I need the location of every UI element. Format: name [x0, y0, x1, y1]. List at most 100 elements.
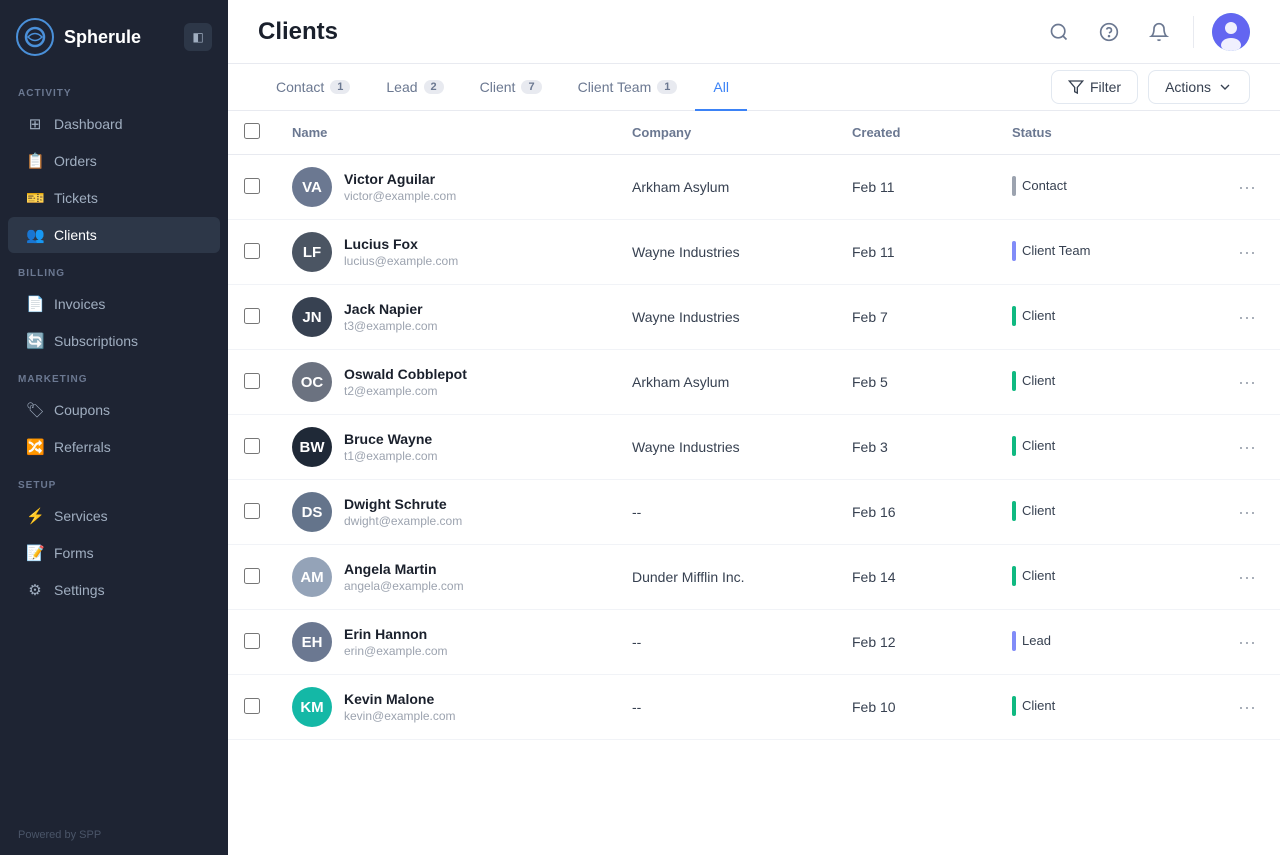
notifications-button[interactable] [1143, 16, 1175, 48]
row-checkbox-3[interactable] [244, 373, 260, 389]
sidebar-item-subscriptions[interactable]: 🔄 Subscriptions [8, 323, 220, 359]
row-checkbox-7[interactable] [244, 633, 260, 649]
sidebar-item-settings[interactable]: ⚙ Settings [8, 572, 220, 608]
client-name-5: Dwight Schrute [344, 496, 462, 512]
row-name-info-7: Erin Hannon erin@example.com [344, 626, 448, 658]
status-label-2: Client [1022, 308, 1055, 323]
row-name-cell-1: LF Lucius Fox lucius@example.com [276, 220, 616, 285]
col-name: Name [276, 111, 616, 155]
row-menu-cell-5: ··· [1196, 480, 1280, 545]
row-created-4: Feb 3 [836, 415, 996, 480]
orders-icon: 📋 [26, 152, 44, 170]
row-checkbox-8[interactable] [244, 698, 260, 714]
client-name-3: Oswald Cobblepot [344, 366, 467, 382]
dashboard-icon: ⊞ [26, 115, 44, 133]
sidebar: Spherule ◧ ACTIVITY ⊞ Dashboard 📋 Orders… [0, 0, 228, 855]
client-name-7: Erin Hannon [344, 626, 448, 642]
client-avatar-5: DS [292, 492, 332, 532]
table-row: OC Oswald Cobblepot t2@example.com Arkha… [228, 350, 1280, 415]
services-icon: ⚡ [26, 507, 44, 525]
row-name-cell-6: AM Angela Martin angela@example.com [276, 545, 616, 610]
clients-table-wrap: Name Company Created Status VA Victor Ag… [228, 111, 1280, 855]
client-avatar-1: LF [292, 232, 332, 272]
tab-client-team[interactable]: Client Team1 [560, 65, 696, 111]
clients-icon: 👥 [26, 226, 44, 244]
sidebar-item-services[interactable]: ⚡ Services [8, 498, 220, 534]
help-button[interactable] [1093, 16, 1125, 48]
row-menu-button-7[interactable]: ··· [1230, 628, 1264, 657]
invoices-icon: 📄 [26, 295, 44, 313]
sidebar-item-tickets[interactable]: 🎫 Tickets [8, 180, 220, 216]
filter-button[interactable]: Filter [1051, 70, 1138, 104]
row-menu-button-3[interactable]: ··· [1230, 368, 1264, 397]
user-avatar[interactable] [1212, 13, 1250, 51]
top-bar: Clients [228, 0, 1280, 64]
table-row: JN Jack Napier t3@example.com Wayne Indu… [228, 285, 1280, 350]
sidebar-nav: ACTIVITY ⊞ Dashboard 📋 Orders 🎫 Tickets … [0, 74, 228, 609]
sidebar-item-dashboard[interactable]: ⊞ Dashboard [8, 106, 220, 142]
coupons-icon: 🏷 [26, 401, 44, 419]
row-company-7: -- [616, 610, 836, 675]
tab-all[interactable]: All [695, 65, 747, 111]
sidebar-item-clients[interactable]: 👥 Clients [8, 217, 220, 253]
sidebar-item-label-settings: Settings [54, 582, 105, 598]
row-status-3: Client [996, 350, 1196, 415]
row-checkbox-0[interactable] [244, 178, 260, 194]
sidebar-section-billing: BILLING [0, 254, 228, 285]
search-button[interactable] [1043, 16, 1075, 48]
client-name-6: Angela Martin [344, 561, 464, 577]
sidebar-item-referrals[interactable]: 🔀 Referrals [8, 429, 220, 465]
row-created-1: Feb 11 [836, 220, 996, 285]
sidebar-item-forms[interactable]: 📝 Forms [8, 535, 220, 571]
tab-lead[interactable]: Lead2 [368, 65, 461, 111]
row-company-3: Arkham Asylum [616, 350, 836, 415]
row-checkbox-6[interactable] [244, 568, 260, 584]
logo-text: Spherule [64, 27, 141, 48]
row-checkbox-cell-7 [228, 610, 276, 675]
row-menu-button-5[interactable]: ··· [1230, 498, 1264, 527]
row-name-info-0: Victor Aguilar victor@example.com [344, 171, 456, 203]
subscriptions-icon: 🔄 [26, 332, 44, 350]
logo-icon [16, 18, 54, 56]
row-name-cell-2: JN Jack Napier t3@example.com [276, 285, 616, 350]
tab-client[interactable]: Client7 [462, 65, 560, 111]
row-created-3: Feb 5 [836, 350, 996, 415]
tab-label-client: Client [480, 79, 516, 95]
status-label-7: Lead [1022, 633, 1051, 648]
status-label-4: Client [1022, 438, 1055, 453]
status-label-3: Client [1022, 373, 1055, 388]
row-checkbox-5[interactable] [244, 503, 260, 519]
row-checkbox-2[interactable] [244, 308, 260, 324]
row-name-info-1: Lucius Fox lucius@example.com [344, 236, 458, 268]
row-checkbox-4[interactable] [244, 438, 260, 454]
row-menu-button-2[interactable]: ··· [1230, 303, 1264, 332]
select-all-checkbox[interactable] [244, 123, 260, 139]
row-menu-button-0[interactable]: ··· [1230, 173, 1264, 202]
sidebar-item-invoices[interactable]: 📄 Invoices [8, 286, 220, 322]
col-created: Created [836, 111, 996, 155]
client-email-4: t1@example.com [344, 449, 438, 463]
page-title: Clients [258, 18, 1043, 46]
status-dot-2 [1012, 306, 1016, 326]
row-name-info-3: Oswald Cobblepot t2@example.com [344, 366, 467, 398]
row-menu-button-6[interactable]: ··· [1230, 563, 1264, 592]
row-name-info-6: Angela Martin angela@example.com [344, 561, 464, 593]
row-checkbox-1[interactable] [244, 243, 260, 259]
status-dot-6 [1012, 566, 1016, 586]
sidebar-item-orders[interactable]: 📋 Orders [8, 143, 220, 179]
tab-label-client-team: Client Team [578, 79, 652, 95]
row-menu-button-1[interactable]: ··· [1230, 238, 1264, 267]
actions-button[interactable]: Actions [1148, 70, 1250, 104]
row-checkbox-cell-0 [228, 155, 276, 220]
row-menu-button-4[interactable]: ··· [1230, 433, 1264, 462]
sidebar-item-coupons[interactable]: 🏷 Coupons [8, 392, 220, 428]
client-email-6: angela@example.com [344, 579, 464, 593]
row-company-1: Wayne Industries [616, 220, 836, 285]
sidebar-toggle-button[interactable]: ◧ [184, 23, 212, 51]
row-name-cell-3: OC Oswald Cobblepot t2@example.com [276, 350, 616, 415]
sidebar-section-setup: SETUP [0, 466, 228, 497]
row-menu-button-8[interactable]: ··· [1230, 693, 1264, 722]
tab-badge-contact: 1 [330, 80, 350, 94]
tab-contact[interactable]: Contact1 [258, 65, 368, 111]
forms-icon: 📝 [26, 544, 44, 562]
